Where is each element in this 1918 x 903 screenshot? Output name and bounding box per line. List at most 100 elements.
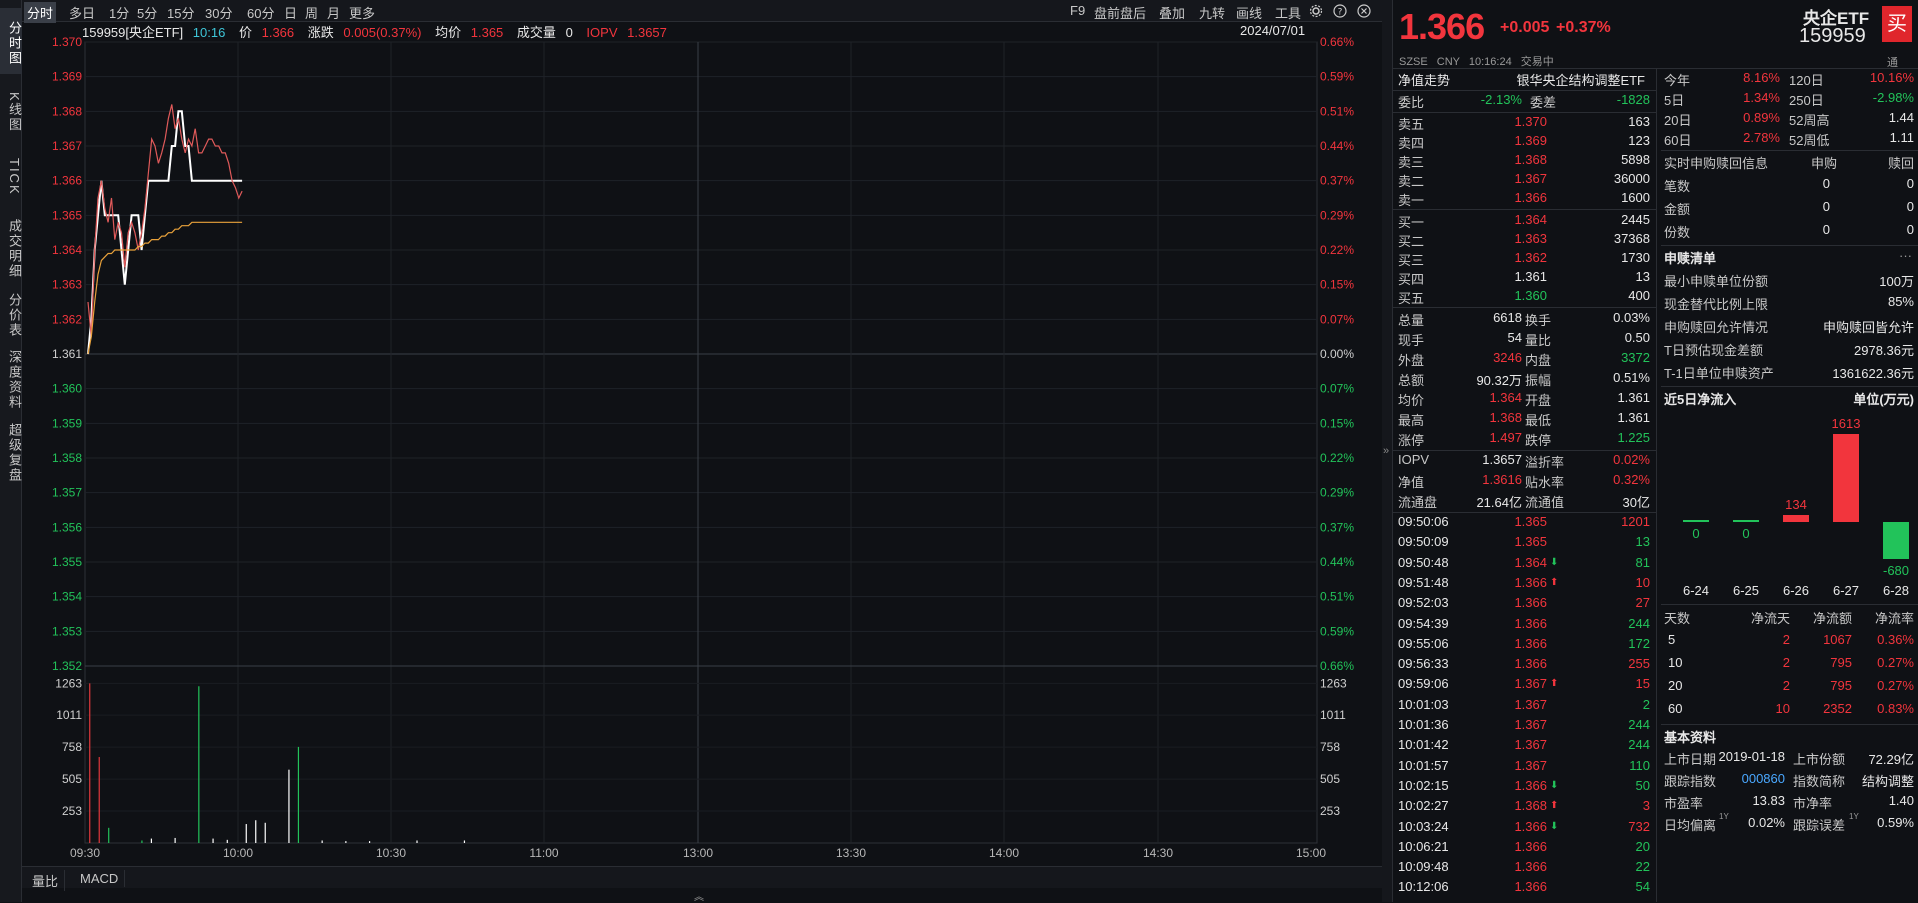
divider bbox=[1661, 604, 1918, 605]
trading-status: 交易中 bbox=[1520, 56, 1554, 68]
stat-value: 1.497 bbox=[1489, 430, 1522, 445]
perf-label: 今年 bbox=[1664, 73, 1691, 88]
perf-label: 120日 bbox=[1789, 73, 1824, 88]
stat-label: 量比 bbox=[1525, 333, 1552, 348]
stat2-label: 贴水率 bbox=[1525, 475, 1565, 490]
y-pct-tick: 0.51% bbox=[1320, 590, 1354, 604]
divider bbox=[1393, 512, 1656, 513]
tick-volume: 1201 bbox=[1621, 514, 1650, 529]
weicha-label: 委差 bbox=[1530, 95, 1557, 110]
perf-value: -2.98% bbox=[1872, 90, 1914, 105]
tick-volume: 15 bbox=[1635, 676, 1650, 692]
x-tick: 10:30 bbox=[376, 846, 406, 860]
inflow-days: 20 bbox=[1668, 678, 1683, 693]
tick-price: 1.366 bbox=[1514, 656, 1547, 672]
tick-time: 09:59:06 bbox=[1398, 676, 1449, 692]
perf-icon[interactable]: 通 bbox=[1887, 54, 1898, 70]
indicator-tab-1[interactable]: MACD bbox=[74, 870, 126, 887]
perf-value: 1.11 bbox=[1889, 130, 1914, 145]
y-pct-tick: 0.07% bbox=[1320, 312, 1354, 326]
y-pct-tick: 0.00% bbox=[1320, 347, 1354, 361]
vol-tick: 505 bbox=[62, 772, 82, 786]
side-panel-collapse[interactable]: » bbox=[1382, 0, 1392, 902]
basic-value: 2019-01-18 bbox=[1718, 749, 1786, 764]
stat2-value: 30亿 bbox=[1622, 495, 1650, 510]
redeem-red: 0 bbox=[1906, 222, 1914, 237]
indicator-tab-0[interactable]: 量比 bbox=[26, 870, 66, 891]
vol-tick-right: 505 bbox=[1320, 772, 1340, 786]
expand-up-icon[interactable]: ︽ bbox=[694, 888, 704, 903]
tick-time: 09:52:03 bbox=[1398, 595, 1449, 611]
quote-panel: 1.366 +0.005 +0.37% 央企ETF 159959 买 SZSE … bbox=[1392, 0, 1918, 902]
stat2-label: 流通盘 bbox=[1398, 495, 1438, 510]
stat-value: 3246 bbox=[1493, 350, 1522, 365]
tick-price: 1.366 bbox=[1514, 879, 1547, 895]
y-price-tick: 1.363 bbox=[52, 278, 82, 292]
bid-label: 买四 bbox=[1398, 272, 1425, 287]
double-chevron-right-icon[interactable]: » bbox=[1383, 445, 1389, 457]
x-tick: 15:00 bbox=[1296, 846, 1326, 860]
bid-volume: 13 bbox=[1635, 269, 1650, 284]
stat-value: 0.03% bbox=[1613, 310, 1650, 325]
tick-time: 10:01:36 bbox=[1398, 717, 1449, 732]
basic-value: 0.59% bbox=[1877, 815, 1914, 830]
buy-button[interactable]: 买 bbox=[1882, 6, 1912, 42]
basic-label: 市净率 bbox=[1793, 796, 1833, 811]
perf-label: 60日 bbox=[1664, 133, 1692, 148]
stat-value: 1.361 bbox=[1617, 410, 1650, 425]
ask-price: 1.370 bbox=[1514, 114, 1547, 129]
inflow-unit: 单位(万元) bbox=[1853, 392, 1914, 407]
basic-sup-1: 1Y bbox=[1719, 812, 1729, 821]
redeem-red: 0 bbox=[1906, 199, 1914, 214]
subscribe-label: 最小申赎单位份额 bbox=[1664, 274, 1769, 289]
tick-time: 10:01:03 bbox=[1398, 696, 1449, 712]
y-pct-tick: 0.66% bbox=[1320, 35, 1354, 49]
vol-tick: 253 bbox=[62, 804, 82, 818]
y-price-tick: 1.364 bbox=[52, 243, 82, 257]
x-tick: 14:00 bbox=[989, 846, 1019, 860]
ask-volume: 36000 bbox=[1613, 171, 1650, 186]
tick-price: 1.367 bbox=[1514, 757, 1547, 773]
y-price-tick: 1.368 bbox=[52, 104, 82, 118]
plot-area bbox=[84, 41, 1318, 844]
tick-price: 1.367 bbox=[1514, 737, 1547, 753]
subscribe-label: T-1日单位申赎资产 bbox=[1664, 366, 1774, 381]
perf-label: 20日 bbox=[1664, 113, 1692, 128]
bid-price: 1.364 bbox=[1514, 212, 1547, 227]
divider bbox=[1393, 307, 1656, 308]
tick-time: 10:01:57 bbox=[1398, 757, 1449, 773]
tick-volume: 10 bbox=[1635, 574, 1650, 590]
y-pct-tick: 0.22% bbox=[1320, 451, 1354, 465]
redeem-label: 金额 bbox=[1664, 202, 1691, 217]
basic-label: 上市日期 bbox=[1664, 752, 1717, 767]
bid-label: 买三 bbox=[1398, 253, 1425, 268]
y-pct-tick: 0.59% bbox=[1320, 70, 1354, 84]
bid-volume: 37368 bbox=[1613, 231, 1650, 246]
tick-time: 09:51:48 bbox=[1398, 574, 1449, 590]
tick-time: 09:50:09 bbox=[1398, 534, 1449, 550]
y-price-tick: 1.361 bbox=[52, 347, 82, 361]
ask-label: 卖三 bbox=[1398, 155, 1425, 170]
tick-price: 1.364 bbox=[1514, 554, 1547, 570]
more-icon[interactable]: ··· bbox=[1899, 248, 1912, 263]
basic-sup-2: 1Y bbox=[1849, 812, 1859, 821]
arrow-up-icon: ⬆ bbox=[1550, 800, 1559, 812]
intraday-chart[interactable]: 1.370 0.66% 1.369 0.59% 1.368 0.51% 1.367 0.44%… bbox=[0, 0, 1382, 866]
bid-price: 1.363 bbox=[1514, 231, 1547, 246]
y-price-tick: 1.355 bbox=[52, 555, 82, 569]
stat2-value: 21.64亿 bbox=[1476, 495, 1522, 510]
inflow-amount: 795 bbox=[1830, 678, 1852, 693]
tick-price: 1.366 bbox=[1514, 777, 1547, 793]
subscribe-value: 2978.36元 bbox=[1854, 343, 1914, 358]
ask-price: 1.368 bbox=[1514, 152, 1547, 167]
vol-tick-right: 1263 bbox=[1320, 676, 1347, 690]
basic-value: 000860 bbox=[1741, 771, 1785, 786]
y-price-tick: 1.353 bbox=[52, 624, 82, 638]
perf-label: 5日 bbox=[1664, 93, 1685, 108]
x-tick: 10:00 bbox=[223, 846, 253, 860]
y-price-tick: 1.360 bbox=[52, 382, 82, 396]
stat-label: 涨停 bbox=[1398, 433, 1425, 448]
tick-volume: 110 bbox=[1629, 757, 1650, 773]
inflow-date: 6-28 bbox=[1882, 583, 1910, 598]
price-change-pct: +0.37% bbox=[1556, 19, 1611, 36]
